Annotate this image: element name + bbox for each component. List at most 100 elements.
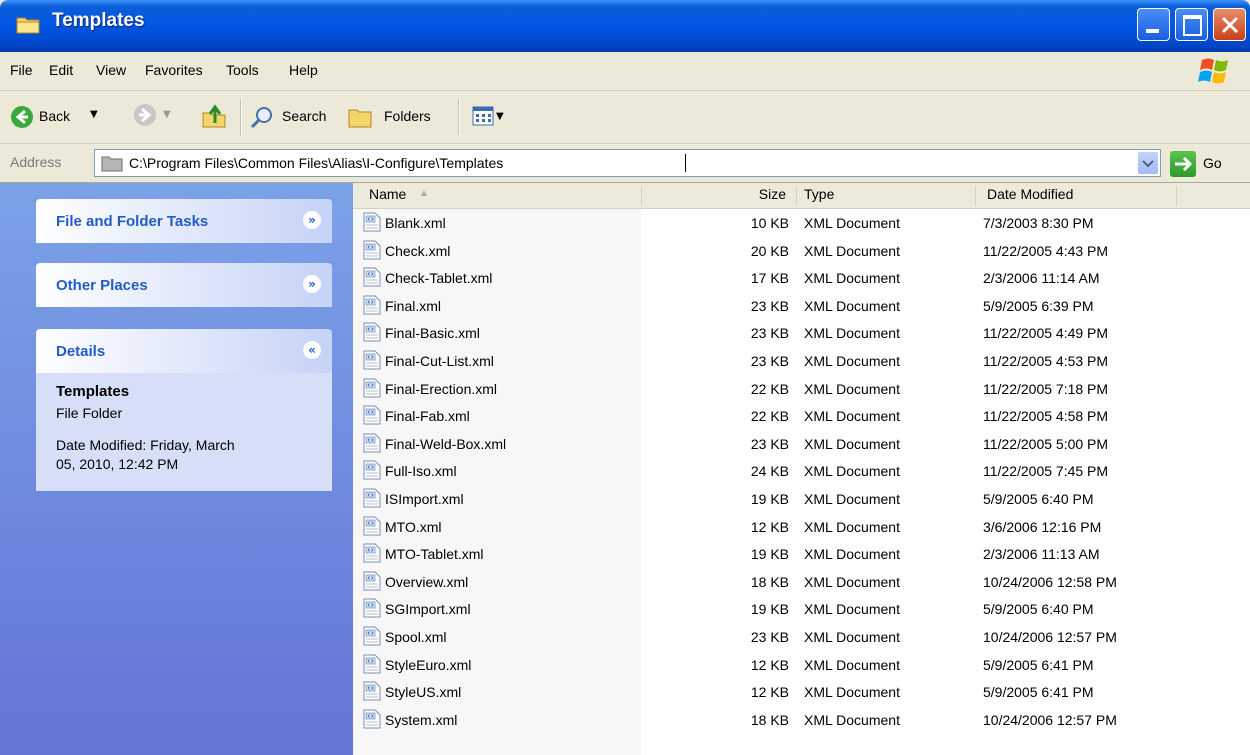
- menu-file[interactable]: File: [10, 62, 33, 78]
- file-type: XML Document: [804, 463, 900, 480]
- column-header-date[interactable]: Date Modified: [976, 183, 1176, 209]
- file-date: 2/3/2006 11:14 AM: [983, 270, 1100, 287]
- file-type: XML Document: [804, 573, 900, 590]
- windows-logo-icon: [1198, 58, 1228, 84]
- file-list: Name ▲ Size Type Date Modified Blank.xml…: [353, 183, 1250, 755]
- xml-file-icon: [363, 212, 381, 232]
- expand-chevron-icon[interactable]: »: [302, 210, 322, 230]
- menu-help[interactable]: Help: [289, 62, 318, 78]
- file-type: XML Document: [804, 380, 900, 397]
- column-header-bar: Name ▲ Size Type Date Modified: [353, 183, 1250, 209]
- title-bar[interactable]: Templates: [0, 0, 1250, 52]
- back-arrow-icon: [11, 106, 33, 128]
- go-button[interactable]: [1170, 151, 1196, 177]
- table-row[interactable]: ISImport.xml 19 KB XML Document 5/9/2005 6:…: [353, 486, 1250, 513]
- xml-file-icon: [363, 598, 381, 618]
- file-type: XML Document: [804, 435, 900, 452]
- collapse-chevron-icon[interactable]: «: [302, 340, 322, 360]
- file-size: 12 KB: [750, 684, 789, 701]
- up-folder-button[interactable]: [201, 103, 227, 129]
- table-row[interactable]: System.xml 18 KB XML Document 10/24/2006 12…: [353, 707, 1250, 734]
- file-type: XML Document: [804, 270, 900, 287]
- file-name: Final.xml: [385, 297, 442, 314]
- address-input[interactable]: C:\Program Files\Common Files\Alias\I-Co…: [94, 149, 1161, 177]
- file-date: 2/3/2006 11:13 AM: [983, 546, 1100, 563]
- table-row[interactable]: Final.xml 23 KB XML Document 5/9/2005 6:39 …: [353, 293, 1250, 320]
- menu-tools[interactable]: Tools: [226, 62, 259, 78]
- file-size: 20 KB: [750, 242, 789, 259]
- file-size: 12 KB: [750, 656, 789, 673]
- table-row[interactable]: Check.xml 20 KB XML Document 11/22/2005 4:4…: [353, 238, 1250, 265]
- close-button[interactable]: [1213, 8, 1246, 41]
- column-name-label: Name: [369, 186, 407, 202]
- forward-dropdown-icon[interactable]: ▼: [163, 109, 171, 120]
- table-row[interactable]: Final-Weld-Box.xml 23 KB XML Document 11/22…: [353, 431, 1250, 458]
- menu-view[interactable]: View: [96, 62, 126, 78]
- toolbar-separator: [240, 99, 242, 135]
- file-size: 10 KB: [750, 215, 789, 231]
- table-row[interactable]: Final-Erection.xml 22 KB XML Document 11/22…: [353, 376, 1250, 403]
- back-label: Back: [39, 108, 71, 124]
- table-row[interactable]: Blank.xml 10 KB XML Document 7/3/2003 8:30 …: [353, 210, 1250, 237]
- file-name: ISImport.xml: [385, 491, 464, 507]
- menu-edit[interactable]: Edit: [49, 62, 73, 78]
- column-header-size[interactable]: Size: [642, 183, 796, 209]
- table-row[interactable]: Spool.xml 23 KB XML Document 10/24/2006 12:…: [353, 624, 1250, 651]
- file-date: 11/22/2005 4:53 PM: [983, 353, 1109, 369]
- column-size-label: Size: [758, 186, 786, 202]
- file-type: XML Document: [804, 242, 900, 259]
- column-type-label: Type: [804, 186, 835, 202]
- maximize-button[interactable]: [1175, 8, 1208, 41]
- xml-file-icon: [363, 571, 381, 591]
- close-icon: [1221, 16, 1239, 34]
- file-date: 11/22/2005 7:18 PM: [983, 380, 1109, 397]
- file-size: 24 KB: [750, 463, 789, 480]
- table-row[interactable]: SGImport.xml 19 KB XML Document 5/9/2005 6:…: [353, 596, 1250, 623]
- back-button[interactable]: Back ▼: [8, 101, 108, 133]
- expand-chevron-icon[interactable]: »: [302, 274, 322, 294]
- column-header-type[interactable]: Type: [797, 183, 975, 209]
- column-divider[interactable]: [1176, 186, 1177, 206]
- table-row[interactable]: MTO.xml 12 KB XML Document 3/6/2006 12:16 P…: [353, 514, 1250, 541]
- table-row[interactable]: Final-Basic.xml 23 KB XML Document 11/22/20…: [353, 320, 1250, 347]
- table-row[interactable]: StyleUS.xml 12 KB XML Document 5/9/2005 6:4…: [353, 679, 1250, 706]
- column-header-name[interactable]: Name ▲: [353, 183, 641, 209]
- back-dropdown-icon[interactable]: ▼: [90, 109, 98, 120]
- table-row[interactable]: Check-Tablet.xml 17 KB XML Document 2/3/200…: [353, 265, 1250, 292]
- file-size: 23 KB: [750, 435, 789, 452]
- table-row[interactable]: Final-Cut-List.xml 23 KB XML Document 11/22…: [353, 348, 1250, 375]
- other-places-header[interactable]: Other Places »: [36, 263, 332, 307]
- file-folder-tasks-header[interactable]: File and Folder Tasks »: [36, 199, 332, 243]
- window-title: Templates: [52, 10, 145, 31]
- table-row[interactable]: Overview.xml 18 KB XML Document 10/24/2006 …: [353, 569, 1250, 596]
- address-dropdown-button[interactable]: [1138, 152, 1158, 174]
- file-date: 5/9/2005 6:41 PM: [983, 656, 1094, 673]
- file-date: 11/22/2005 4:49 PM: [983, 325, 1109, 342]
- minimize-button[interactable]: [1137, 8, 1170, 41]
- file-type: XML Document: [804, 684, 900, 701]
- go-label[interactable]: Go: [1203, 155, 1222, 171]
- table-row[interactable]: StyleEuro.xml 12 KB XML Document 5/9/2005 6…: [353, 652, 1250, 679]
- text-caret: [685, 154, 686, 172]
- views-button[interactable]: ▼: [472, 105, 512, 131]
- table-row[interactable]: Full-Iso.xml 24 KB XML Document 11/22/2005 …: [353, 458, 1250, 485]
- file-date: 11/22/2005 4:43 PM: [983, 242, 1109, 259]
- file-name: Final-Erection.xml: [385, 380, 498, 397]
- details-header[interactable]: Details «: [36, 329, 332, 373]
- search-label: Search: [282, 108, 327, 124]
- details-item-name: Templates: [56, 383, 130, 400]
- file-type: XML Document: [804, 491, 900, 507]
- search-button[interactable]: Search: [249, 101, 339, 133]
- file-type: XML Document: [804, 325, 900, 342]
- file-name: Blank.xml: [385, 215, 446, 231]
- table-row[interactable]: MTO-Tablet.xml 19 KB XML Document 2/3/2006 …: [353, 541, 1250, 568]
- table-row[interactable]: Final-Fab.xml 22 KB XML Document 11/22/2005…: [353, 403, 1250, 430]
- file-name: StyleEuro.xml: [385, 656, 472, 673]
- forward-button[interactable]: ▼: [133, 103, 173, 131]
- file-name: Full-Iso.xml: [385, 463, 457, 480]
- folders-button[interactable]: Folders: [348, 101, 448, 133]
- xml-file-icon: [363, 433, 381, 453]
- xml-file-icon: [363, 295, 381, 315]
- menu-favorites[interactable]: Favorites: [145, 62, 203, 78]
- xml-file-icon: [363, 460, 381, 480]
